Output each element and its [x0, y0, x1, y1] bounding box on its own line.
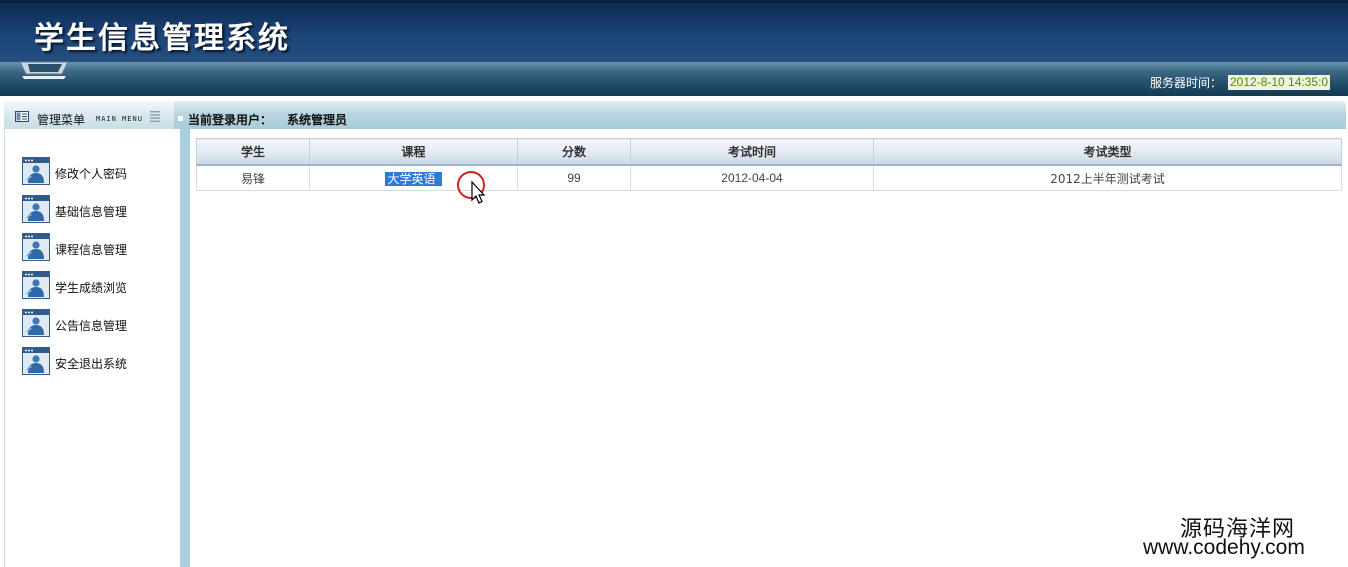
- sidebar-item-score-browse[interactable]: 学生成绩浏览: [22, 271, 172, 301]
- sidebar-item-change-password[interactable]: 修改个人密码: [22, 157, 172, 187]
- sidebar-item-label: 公告信息管理: [55, 319, 128, 333]
- sidebar-item-label: 学生成绩浏览: [55, 281, 128, 295]
- sidebar-item-label: 课程信息管理: [55, 243, 128, 257]
- user-window-icon: [22, 309, 50, 337]
- menu-header: [4, 101, 174, 129]
- sidebar-item-notice-info[interactable]: 公告信息管理: [22, 309, 172, 339]
- column-header-student[interactable]: 学生: [196, 138, 310, 166]
- sidebar-item-label: 安全退出系统: [55, 357, 128, 371]
- score-table: 学生 课程 分数 考试时间 考试类型 易锋 大学英语 99 2012-04-04…: [196, 138, 1342, 191]
- user-window-icon: [22, 195, 50, 223]
- watermark-url: www.codehy.com: [1143, 536, 1305, 559]
- app-title: 学生信息管理系统: [34, 21, 290, 56]
- menu-title: 管理菜单: [37, 113, 86, 127]
- column-header-exam-type[interactable]: 考试类型: [873, 138, 1342, 166]
- cell-student: 易锋: [196, 164, 310, 191]
- header-banner: 学生信息管理系统: [0, 0, 1348, 62]
- login-user-label: 当前登录用户：: [188, 113, 273, 127]
- user-window-icon: [22, 271, 50, 299]
- menu-toggle-icon[interactable]: [150, 110, 160, 122]
- column-header-course[interactable]: 课程: [309, 138, 518, 166]
- bullet-icon: [178, 116, 183, 121]
- column-header-score[interactable]: 分数: [517, 138, 631, 166]
- user-window-icon: [22, 347, 50, 375]
- header-band: [0, 62, 1348, 96]
- sidebar-item-label: 修改个人密码: [55, 167, 128, 181]
- cell-score: 99: [517, 164, 631, 191]
- selected-text: 大学英语: [385, 171, 442, 186]
- user-window-icon: [22, 233, 50, 261]
- menu-panel-icon: [15, 111, 29, 122]
- column-header-exam-date[interactable]: 考试时间: [630, 138, 874, 166]
- table-header-row: 学生 课程 分数 考试时间 考试类型: [196, 138, 1342, 166]
- cell-exam-type: 2012上半年测试考试: [873, 164, 1342, 191]
- sidebar-item-logout[interactable]: 安全退出系统: [22, 347, 172, 377]
- sidebar-item-basic-info[interactable]: 基础信息管理: [22, 195, 172, 225]
- server-time-value: 2012-8-10 14:35:0: [1228, 75, 1330, 90]
- cell-course: 大学英语: [309, 164, 518, 191]
- monitor-icon: [19, 61, 69, 79]
- sidebar-item-course-info[interactable]: 课程信息管理: [22, 233, 172, 263]
- server-time-label: 服务器时间：: [1150, 76, 1223, 90]
- sidebar-item-label: 基础信息管理: [55, 205, 128, 219]
- login-user-name: 系统管理员: [287, 113, 348, 127]
- cell-exam-date: 2012-04-04: [630, 164, 874, 191]
- table-row[interactable]: 易锋 大学英语 99 2012-04-04 2012上半年测试考试: [196, 164, 1342, 191]
- user-window-icon: [22, 157, 50, 185]
- menu-subtitle: MAIN MENU: [96, 115, 143, 123]
- sidebar-splitter[interactable]: [180, 129, 190, 567]
